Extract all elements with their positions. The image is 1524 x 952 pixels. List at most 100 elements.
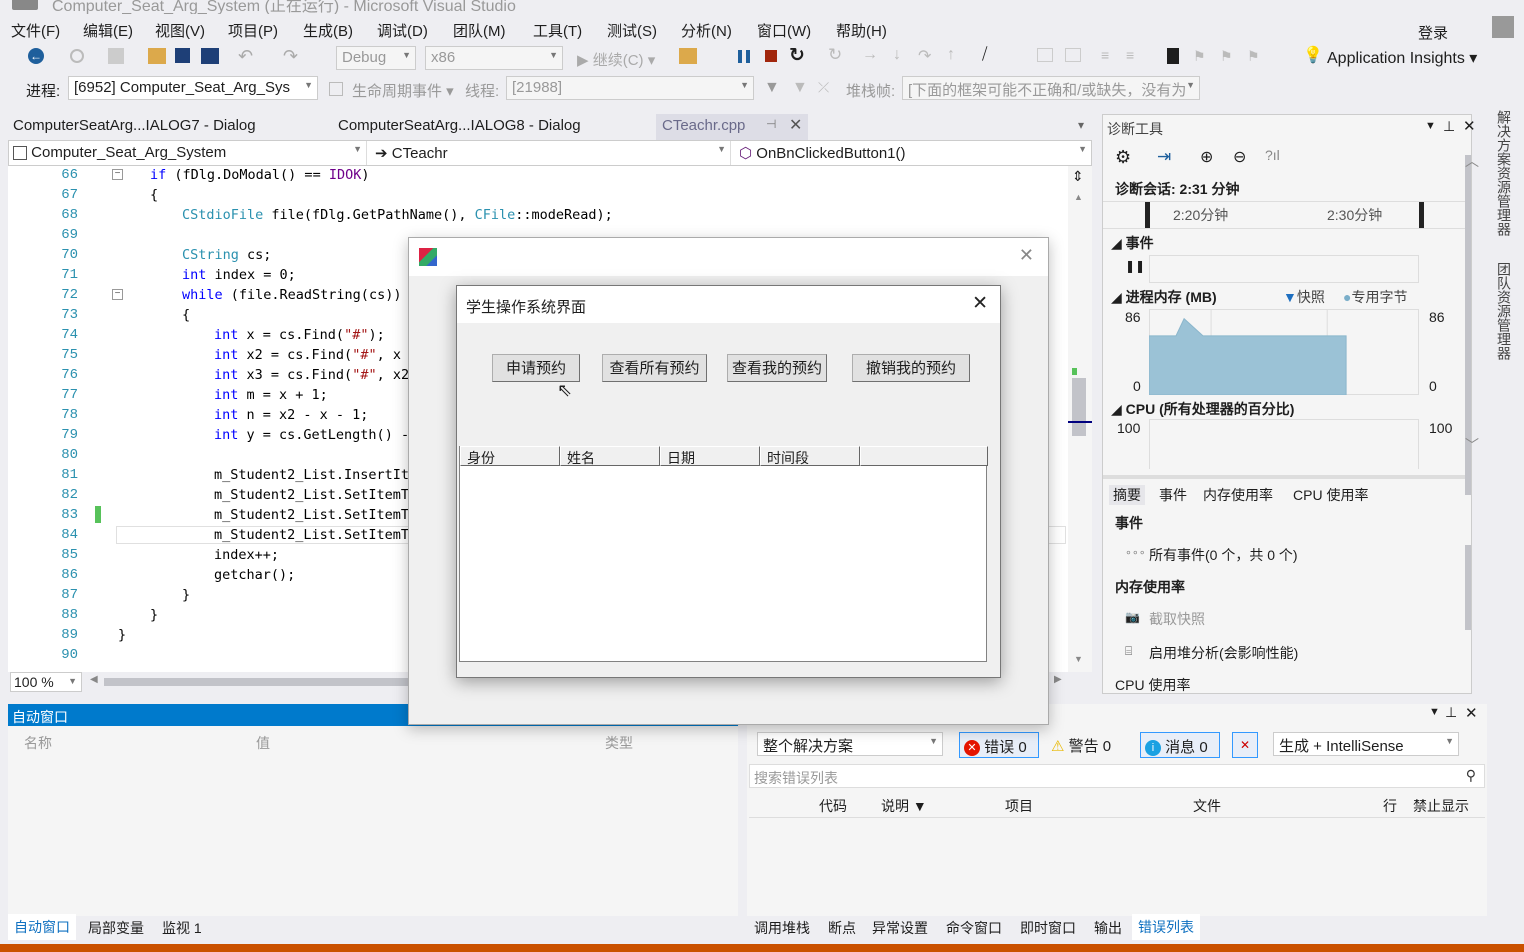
process-select[interactable]: [6952] Computer_Seat_Arg_Sys ▼ [68, 76, 318, 100]
errors-filter-button[interactable]: ✕ 错误 0 [959, 732, 1039, 758]
events-section[interactable]: ◢ 事件 [1111, 233, 1154, 253]
stackframe-select[interactable]: [下面的框架可能不正确和/或缺失，没有为 ▼ [902, 76, 1200, 100]
tab-output[interactable]: 输出 [1094, 918, 1122, 938]
platform-select[interactable]: x86 ▼ [425, 46, 563, 70]
tab-error-list[interactable]: 错误列表 [1132, 914, 1200, 940]
tab-call-stack[interactable]: 调用堆栈 [754, 918, 810, 938]
cpu-section[interactable]: ◢ CPU (所有处理器的百分比) [1111, 399, 1294, 419]
menu-build[interactable]: 生成(B) [303, 20, 353, 41]
menu-view[interactable]: 视图(V) [155, 20, 205, 41]
prev-bookmark-icon[interactable]: ⚑ [1193, 48, 1206, 65]
col-value[interactable]: 值 [256, 733, 270, 753]
tab-autos[interactable]: 自动窗口 [8, 914, 76, 940]
clear-bookmarks-icon[interactable]: ⚑ [1247, 48, 1260, 65]
panel-menu-icon[interactable]: ▼ [1429, 706, 1440, 718]
class-dropdown[interactable]: ➔ CTeachr ▼ [371, 141, 731, 165]
clear-filter-icon[interactable]: ✕ [1232, 732, 1258, 758]
menu-edit[interactable]: 编辑(E) [83, 20, 133, 41]
next-bookmark-icon[interactable]: ⚑ [1220, 48, 1233, 65]
thread-select[interactable]: [21988] ▼ [506, 76, 754, 100]
continue-button[interactable]: ▶ 继续(C) ▾ [577, 49, 655, 70]
scroll-thumb[interactable] [1072, 378, 1086, 436]
menu-project[interactable]: 项目(P) [228, 20, 278, 41]
cancel-my-reservation-button[interactable]: 撤销我的预约 [852, 354, 970, 382]
scroll-right-icon[interactable]: ▶ [1054, 674, 1062, 685]
col-name[interactable]: 名称 [24, 733, 52, 753]
scroll-down-icon[interactable]: ▼ [1074, 654, 1083, 664]
close-tab-icon[interactable]: ✕ [789, 115, 802, 135]
zoom-out-icon[interactable]: ⊖ [1233, 147, 1246, 167]
filter-icon[interactable]: ▼ [764, 79, 780, 97]
tab-command-window[interactable]: 命令窗口 [946, 918, 1002, 938]
timeline-end-handle[interactable] [1419, 202, 1424, 228]
application-insights-button[interactable]: Application Insights ▾ [1327, 48, 1477, 68]
editor-vertical-scrollbar[interactable]: ⇕ ▲ ▼ [1068, 166, 1092, 672]
navigate-back-icon[interactable]: ← [28, 48, 44, 64]
messages-filter-button[interactable]: i 消息 0 [1140, 732, 1220, 758]
bookmark-icon[interactable] [1167, 48, 1179, 64]
restart-icon[interactable]: ↻ [789, 44, 805, 67]
col-name[interactable]: 姓名 [560, 446, 660, 467]
col-file[interactable]: 文件 [1193, 796, 1221, 816]
tab-locals[interactable]: 局部变量 [88, 918, 144, 938]
scroll-up-icon[interactable]: ▲ [1074, 192, 1083, 202]
tab-overflow-icon[interactable]: ▾ [1078, 118, 1084, 132]
lifecycle-events-button[interactable]: 生命周期事件 ▾ [352, 80, 454, 101]
search-icon[interactable]: ⚲ [1466, 767, 1476, 784]
collapse-icon[interactable]: − [112, 169, 123, 180]
tab-breakpoints[interactable]: 断点 [828, 918, 856, 938]
tab-cpu-usage[interactable]: CPU 使用率 [1293, 485, 1368, 505]
flag-threads-icon[interactable]: ⤫ [818, 79, 829, 96]
chart-settings-icon[interactable]: ?ıl [1265, 147, 1280, 163]
tab-summary[interactable]: 摘要 [1109, 485, 1145, 505]
tab-dialog7[interactable]: ComputerSeatArg...IALOG7 - Dialog [13, 117, 256, 134]
tab-memory-usage[interactable]: 内存使用率 [1203, 485, 1273, 505]
tab-cteachr-cpp[interactable]: CTeachr.cpp ⊣ ✕ [656, 114, 808, 140]
undo-icon[interactable]: ↶ [238, 46, 253, 67]
menu-analyze[interactable]: 分析(N) [681, 20, 732, 41]
apply-code-changes-icon[interactable]: ↻ [828, 45, 842, 65]
view-my-reservations-button[interactable]: 查看我的预约 [727, 354, 827, 382]
navigate-forward-icon[interactable] [70, 49, 84, 63]
stop-icon[interactable] [765, 50, 777, 62]
col-project[interactable]: 项目 [1005, 796, 1033, 816]
tab-immediate-window[interactable]: 即时窗口 [1020, 918, 1076, 938]
step-over-icon[interactable]: ↷ [918, 46, 931, 66]
panel-menu-icon[interactable]: ▼ [1425, 120, 1436, 132]
project-dropdown[interactable]: Computer_Seat_Arg_System ▼ [9, 141, 367, 165]
redo-icon[interactable]: ↷ [283, 46, 298, 67]
all-events-link[interactable]: 所有事件(0 个，共 0 个) [1149, 545, 1298, 565]
member-dropdown[interactable]: ⬡ OnBnClickedButton1() ▼ [735, 141, 1091, 165]
open-file-icon[interactable] [148, 48, 166, 64]
menu-file[interactable]: 文件(F) [11, 20, 60, 41]
menu-help[interactable]: 帮助(H) [836, 20, 887, 41]
col-line[interactable]: 行 [1383, 796, 1397, 816]
error-search-input[interactable]: 搜索错误列表 ⚲ [749, 764, 1485, 788]
col-time-slot[interactable]: 时间段 [760, 446, 860, 467]
save-all-icon[interactable] [201, 48, 219, 64]
memory-section[interactable]: ◢ 进程内存 (MB) [1111, 287, 1217, 307]
outdent-icon[interactable]: ≡ [1101, 47, 1109, 63]
new-project-icon[interactable] [108, 48, 124, 64]
pin-panel-icon[interactable]: ⊥ [1445, 704, 1457, 721]
filter-clear-icon[interactable]: ▼ [792, 79, 808, 97]
view-all-reservations-button[interactable]: 查看所有预约 [602, 354, 707, 382]
scroll-left-icon[interactable]: ◀ [90, 674, 98, 685]
close-panel-icon[interactable]: ✕ [1463, 117, 1476, 135]
split-icon[interactable]: ⇕ [1072, 168, 1084, 185]
scroll-down-icon[interactable]: ﹀ [1465, 435, 1479, 455]
save-icon[interactable] [175, 48, 190, 63]
comment-icon[interactable] [1037, 48, 1053, 62]
take-snapshot-button[interactable]: 截取快照 [1149, 609, 1205, 629]
tab-events[interactable]: 事件 [1159, 485, 1187, 505]
apply-reservation-button[interactable]: 申请预约 [492, 354, 580, 382]
settings-gear-icon[interactable]: ⚙ [1115, 147, 1131, 168]
source-select[interactable]: 生成 + IntelliSense ▼ [1273, 732, 1459, 756]
solution-explorer-tab[interactable]: 解决方案资源管理器 [1494, 110, 1514, 236]
scroll-up-icon[interactable]: ︿ [1465, 151, 1479, 171]
reservation-list[interactable]: 身份 姓名 日期 时间段 [459, 446, 988, 662]
zoom-in-icon[interactable]: ⊕ [1200, 147, 1213, 167]
show-next-statement-icon[interactable]: → [862, 46, 878, 64]
col-date[interactable]: 日期 [660, 446, 760, 467]
col-suppression[interactable]: 禁止显示 [1413, 796, 1469, 816]
